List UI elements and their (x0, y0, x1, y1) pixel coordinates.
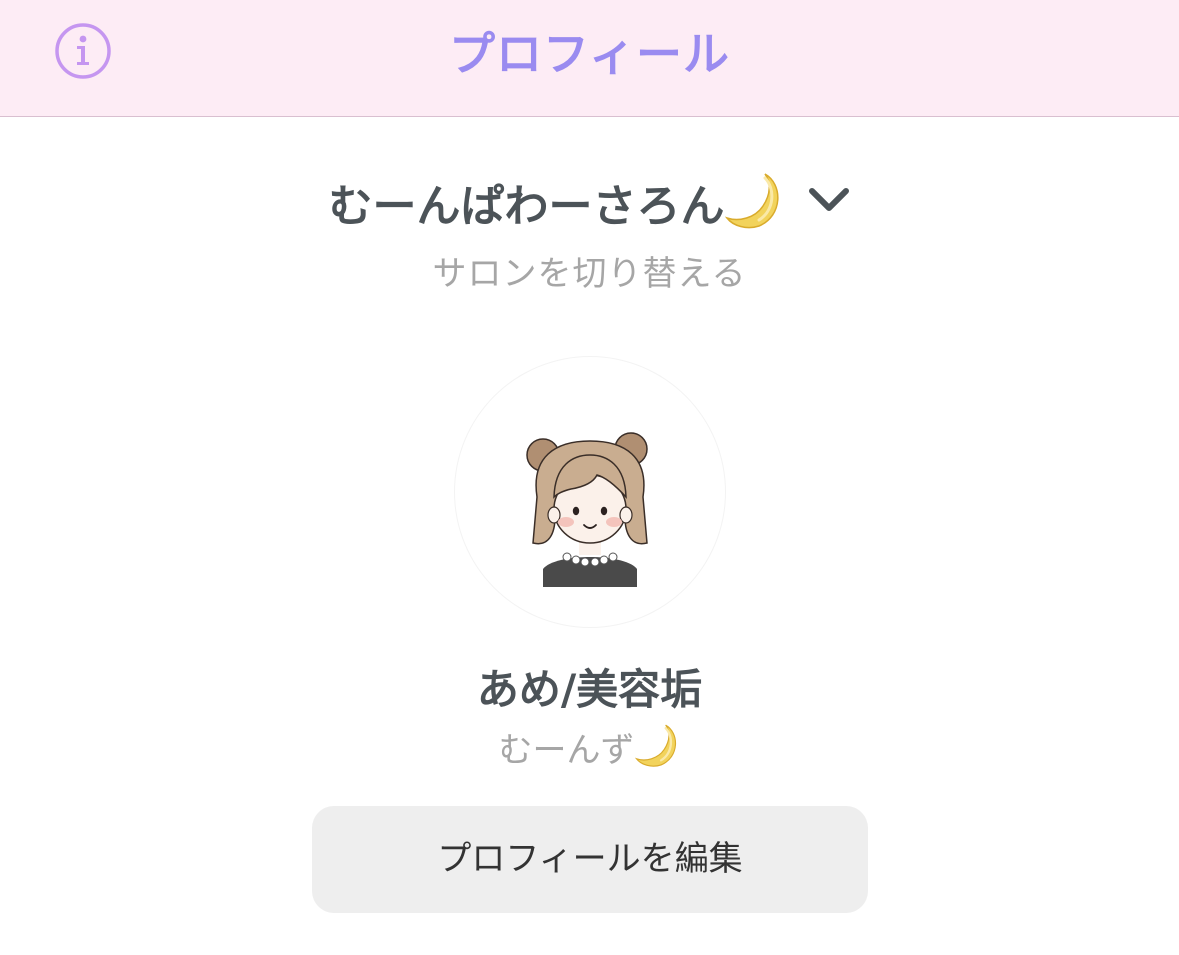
page-title: プロフィール (448, 27, 731, 81)
salon-name-row: むーんぱわーさろん (0, 170, 1179, 234)
girl-illustration-avatar (526, 432, 648, 587)
crescent-moon-icon (634, 722, 681, 772)
user-subtitle: むーんず (498, 730, 635, 771)
header-bar: プロフィール (0, 0, 1179, 117)
crescent-moon-icon (724, 170, 785, 234)
edit-profile-button[interactable]: プロフィールを編集 (312, 806, 868, 913)
user-name: あめ/美容垢 (476, 665, 703, 714)
salon-name: むーんぱわーさろん (328, 181, 725, 232)
user-subtitle-row: むーんず (0, 722, 1179, 772)
salon-switcher[interactable]: むーんぱわーさろん サロンを切り替える (0, 160, 1179, 294)
avatar (455, 357, 725, 627)
chevron-down-icon (807, 185, 851, 219)
switch-salon-label: サロンを切り替える (432, 254, 747, 294)
